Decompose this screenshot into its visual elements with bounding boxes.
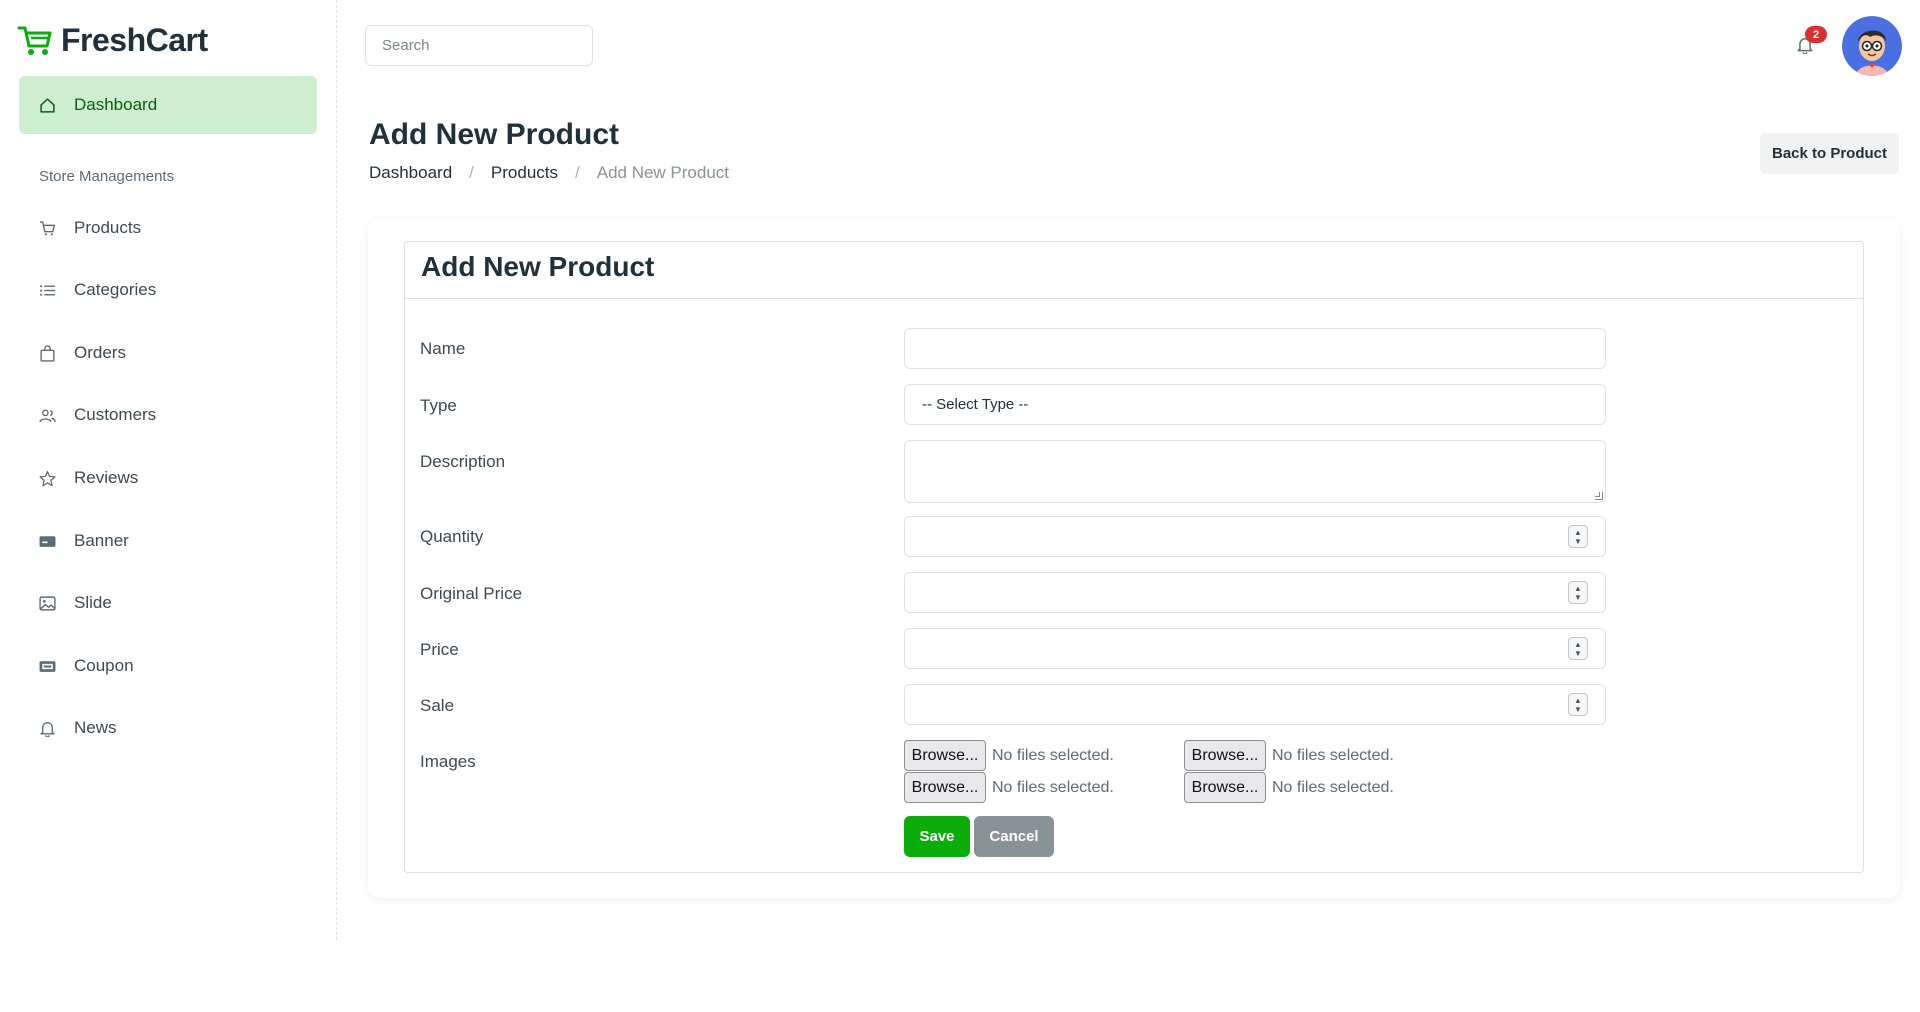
sidebar-item-label: Reviews	[74, 468, 139, 487]
breadcrumb-dashboard[interactable]: Dashboard	[369, 163, 452, 183]
bag-icon	[39, 344, 56, 362]
breadcrumb-current: Add New Product	[596, 163, 730, 182]
page-title: Add New Product	[369, 118, 620, 151]
breadcrumb-separator: /	[469, 163, 474, 182]
number-spinner-icon[interactable]: ▲ ▼	[1568, 525, 1588, 548]
images-label: Images	[420, 752, 476, 771]
back-to-product-button[interactable]: Back to Product	[1760, 133, 1899, 174]
browse-button[interactable]: Browse...	[1184, 772, 1266, 803]
browse-button[interactable]: Browse...	[904, 772, 986, 803]
sidebar-item-label: Slide	[74, 593, 112, 612]
avatar[interactable]	[1842, 16, 1902, 76]
browse-button[interactable]: Browse...	[1184, 740, 1266, 771]
sidebar-item-banner[interactable]: Banner	[19, 521, 317, 561]
sidebar-item-customers[interactable]: Customers	[19, 395, 317, 435]
price-input[interactable]: ▲ ▼	[904, 628, 1606, 669]
home-icon	[39, 97, 56, 114]
sidebar-item-products[interactable]: Products	[19, 208, 317, 248]
number-spinner-icon[interactable]: ▲ ▼	[1568, 637, 1588, 660]
ticket-icon	[39, 658, 56, 675]
image-file-input[interactable]: Browse... No files selected.	[904, 740, 1114, 771]
brand-name: FreshCart	[61, 22, 208, 58]
cart-icon	[39, 220, 56, 237]
type-select[interactable]: -- Select Type --	[904, 384, 1606, 425]
sidebar-item-label: Banner	[74, 531, 129, 550]
description-textarea[interactable]	[904, 440, 1606, 503]
sidebar-section-heading: Store Managements	[39, 168, 175, 185]
file-status: No files selected.	[1272, 746, 1394, 764]
brand-logo[interactable]: FreshCart	[17, 22, 208, 59]
quantity-input[interactable]: ▲ ▼	[904, 516, 1606, 557]
price-label: Price	[420, 640, 459, 659]
file-status: No files selected.	[992, 778, 1114, 796]
file-status: No files selected.	[1272, 778, 1394, 796]
sidebar-item-news[interactable]: News	[19, 708, 317, 748]
save-button[interactable]: Save	[904, 816, 970, 857]
type-select-value: -- Select Type --	[922, 396, 1029, 413]
description-label: Description	[420, 452, 506, 471]
notification-count-badge: 2	[1805, 26, 1827, 43]
users-icon	[39, 407, 56, 424]
card-icon	[39, 533, 56, 550]
number-spinner-icon[interactable]: ▲ ▼	[1568, 581, 1588, 604]
star-icon	[39, 470, 56, 487]
sidebar-item-dashboard[interactable]: Dashboard	[19, 76, 317, 134]
number-spinner-icon[interactable]: ▲ ▼	[1568, 693, 1588, 716]
sidebar-item-categories[interactable]: Categories	[19, 270, 317, 310]
type-label: Type	[420, 396, 457, 415]
cancel-button[interactable]: Cancel	[974, 816, 1054, 857]
form-header: Add New Product	[405, 242, 1863, 299]
image-file-input[interactable]: Browse... No files selected.	[1184, 740, 1394, 771]
sidebar-item-orders[interactable]: Orders	[19, 333, 317, 373]
quantity-label: Quantity	[420, 527, 484, 546]
form-title: Add New Product	[421, 251, 655, 282]
resize-handle-icon[interactable]	[1595, 492, 1603, 500]
image-file-input[interactable]: Browse... No files selected.	[904, 772, 1114, 803]
browse-button[interactable]: Browse...	[904, 740, 986, 771]
sidebar-item-slide[interactable]: Slide	[19, 583, 317, 623]
bell-icon	[39, 720, 56, 737]
file-status: No files selected.	[992, 746, 1114, 764]
sidebar-item-label: Coupon	[74, 656, 134, 675]
original-price-label: Original Price	[420, 584, 523, 603]
sidebar-item-label: Dashboard	[74, 95, 158, 114]
sidebar-item-label: Products	[74, 218, 142, 237]
search-input[interactable]	[365, 25, 593, 66]
sidebar: FreshCart Dashboard Store Managements Pr…	[0, 0, 337, 940]
breadcrumb: Dashboard / Products / Add New Product	[369, 163, 729, 183]
sidebar-item-coupon[interactable]: Coupon	[19, 646, 317, 686]
name-input[interactable]	[904, 328, 1606, 369]
sidebar-item-label: Orders	[74, 343, 126, 362]
sale-label: Sale	[420, 696, 455, 715]
list-icon	[39, 282, 56, 299]
sidebar-item-label: News	[74, 718, 117, 737]
image-icon	[39, 595, 56, 612]
sale-input[interactable]: ▲ ▼	[904, 684, 1606, 725]
original-price-input[interactable]: ▲ ▼	[904, 572, 1606, 613]
sidebar-item-label: Customers	[74, 405, 157, 424]
image-file-input[interactable]: Browse... No files selected.	[1184, 772, 1394, 803]
breadcrumb-products[interactable]: Products	[491, 163, 558, 183]
name-label: Name	[420, 339, 466, 358]
sidebar-item-label: Categories	[74, 280, 157, 299]
cart-logo-icon	[17, 24, 53, 58]
sidebar-item-reviews[interactable]: Reviews	[19, 458, 317, 498]
breadcrumb-separator: /	[575, 163, 580, 182]
